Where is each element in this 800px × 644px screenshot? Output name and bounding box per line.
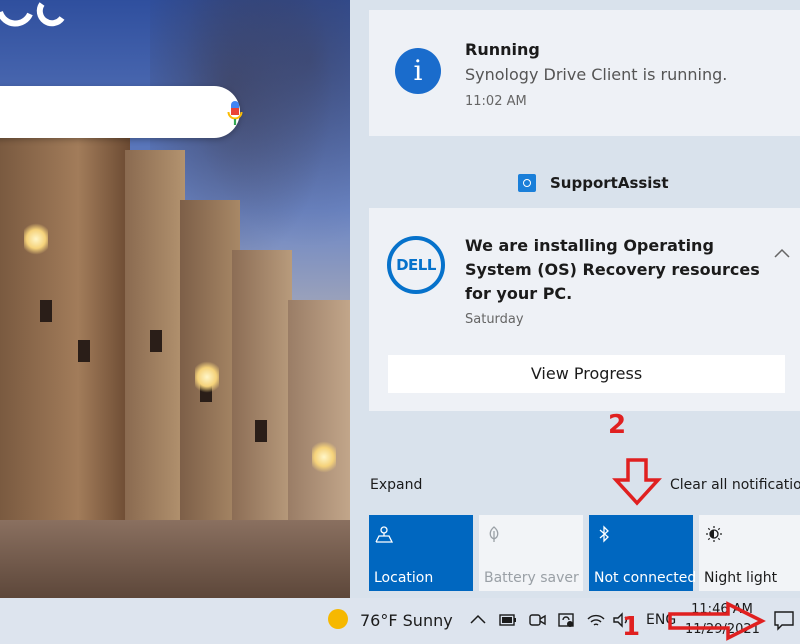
info-icon: i bbox=[395, 48, 441, 94]
supportassist-icon bbox=[518, 174, 536, 192]
wallpaper-window bbox=[40, 300, 52, 322]
notification-time: 11:02 AM bbox=[465, 94, 527, 109]
notification-card[interactable]: DELL We are installing Operating System … bbox=[369, 208, 800, 411]
location-icon bbox=[375, 526, 393, 543]
clear-all-notifications-link[interactable]: Clear all notifications bbox=[670, 477, 800, 493]
view-progress-button[interactable]: View Progress bbox=[388, 355, 785, 393]
wallpaper-street bbox=[0, 520, 350, 598]
action-center-button-icon[interactable] bbox=[773, 609, 795, 631]
wallpaper-window bbox=[255, 420, 267, 442]
app-group-header: SupportAssist bbox=[518, 172, 669, 194]
chevron-up-icon[interactable] bbox=[774, 246, 790, 262]
meet-now-icon[interactable] bbox=[527, 610, 547, 630]
taskbar: 76°F Sunny 1 ENG 11:46 AM 11/29/2021 bbox=[0, 598, 800, 644]
quick-action-label: Night light bbox=[704, 570, 778, 586]
app-group-name: SupportAssist bbox=[550, 174, 669, 192]
quick-action-battery-saver[interactable]: Battery saver bbox=[479, 515, 583, 591]
battery-saver-icon bbox=[489, 526, 499, 542]
weather-widget[interactable]: 76°F Sunny bbox=[360, 611, 453, 630]
annotation-arrow-down-icon bbox=[612, 458, 662, 506]
wallpaper-window bbox=[150, 330, 162, 352]
synology-drive-icon[interactable] bbox=[556, 610, 576, 630]
night-light-icon bbox=[706, 526, 722, 542]
notification-title: Running bbox=[465, 40, 540, 59]
bluetooth-icon bbox=[599, 525, 609, 543]
annotation-step-1: 1 bbox=[622, 612, 641, 642]
quick-action-label: Battery saver bbox=[484, 570, 579, 586]
wifi-icon[interactable] bbox=[586, 610, 606, 630]
quick-action-label: Location bbox=[374, 570, 434, 586]
sun-icon[interactable] bbox=[328, 609, 348, 629]
chevron-up-icon[interactable] bbox=[468, 610, 488, 630]
search-bar[interactable] bbox=[0, 86, 240, 138]
wallpaper-window bbox=[78, 340, 90, 362]
annotation-step-2: 2 bbox=[608, 410, 627, 440]
dell-logo-icon: DELL bbox=[387, 236, 445, 294]
expand-link[interactable]: Expand bbox=[370, 477, 422, 493]
wallpaper-lamp bbox=[195, 360, 219, 394]
quick-action-location[interactable]: Location bbox=[369, 515, 473, 591]
annotation-arrow-right-icon bbox=[668, 601, 766, 641]
notification-time: Saturday bbox=[465, 312, 524, 327]
logo-fragment bbox=[0, 2, 65, 27]
quick-action-bluetooth[interactable]: Not connected bbox=[589, 515, 697, 591]
quick-action-night-light[interactable]: Night light bbox=[699, 515, 800, 591]
action-center-panel: i Running Synology Drive Client is runni… bbox=[350, 0, 800, 598]
wallpaper-lamp bbox=[24, 222, 48, 256]
notification-card[interactable]: i Running Synology Drive Client is runni… bbox=[369, 0, 800, 136]
notification-title: We are installing Operating System (OS) … bbox=[465, 236, 760, 303]
wallpaper-lamp bbox=[312, 440, 336, 474]
notification-body: Synology Drive Client is running. bbox=[465, 65, 728, 84]
quick-action-label: Not connected bbox=[594, 570, 697, 586]
battery-icon[interactable] bbox=[498, 610, 518, 630]
microphone-icon[interactable] bbox=[227, 100, 243, 126]
